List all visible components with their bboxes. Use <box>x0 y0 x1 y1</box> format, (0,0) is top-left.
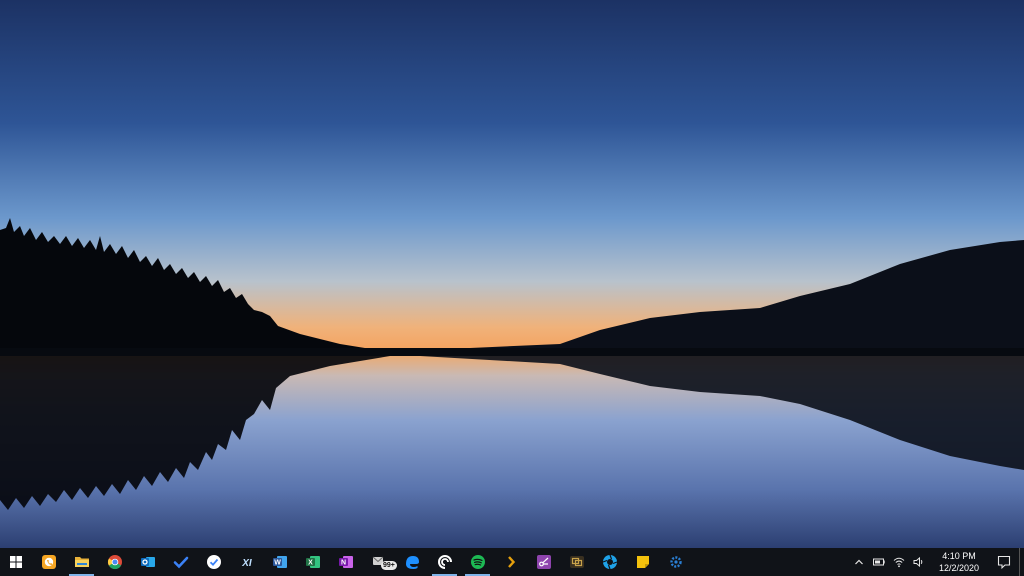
taskbar-app-spotify[interactable] <box>461 548 494 576</box>
snip-icon <box>536 555 551 569</box>
svg-text:XI: XI <box>241 558 252 569</box>
excel-icon: X <box>305 556 320 568</box>
system-tray: 4:10 PM 12/2/2020 <box>849 548 1024 576</box>
edge-icon <box>405 556 419 569</box>
taskbar-app-outlook[interactable] <box>131 548 164 576</box>
svg-text:X: X <box>308 560 313 567</box>
sticky-note-icon <box>636 556 649 568</box>
chevron-up-icon <box>855 559 863 565</box>
taskbar-app-plex[interactable] <box>494 548 527 576</box>
clock-time: 4:10 PM <box>942 551 976 561</box>
folder-icon <box>74 557 89 567</box>
speaker-icon <box>913 556 923 568</box>
start-button[interactable] <box>0 548 32 576</box>
taskbar: XI W X N 99+ 4:10 PM 12/2/2020 <box>0 548 1024 576</box>
taskbar-app-phone[interactable] <box>32 548 65 576</box>
battery-icon <box>873 558 885 566</box>
aperture-icon <box>602 554 617 570</box>
onenote-icon: N <box>338 556 353 568</box>
svg-text:W: W <box>274 560 281 567</box>
notification-icon <box>997 555 1011 569</box>
clock-button[interactable]: 4:10 PM 12/2/2020 <box>929 548 989 576</box>
svg-text:N: N <box>340 560 345 567</box>
volume-button[interactable] <box>909 548 929 576</box>
desktop-wallpaper <box>0 0 1024 548</box>
show-hidden-icons-button[interactable] <box>849 548 869 576</box>
taskbar-app-screenshot[interactable] <box>560 548 593 576</box>
taskbar-app-excel[interactable]: X <box>296 548 329 576</box>
network-button[interactable] <box>889 548 909 576</box>
action-center-button[interactable] <box>989 548 1019 576</box>
checkmark-icon <box>173 556 188 569</box>
chrome-icon <box>107 555 122 570</box>
screenshot-icon <box>569 556 584 568</box>
chevron-right-icon <box>507 556 515 568</box>
taskbar-app-file-explorer[interactable] <box>65 548 98 576</box>
spotify-icon <box>470 555 485 569</box>
taskbar-app-onenote[interactable]: N <box>329 548 362 576</box>
xi-icon: XI <box>241 558 252 569</box>
taskbar-app-chrome[interactable] <box>98 548 131 576</box>
taskbar-app-word[interactable]: W <box>263 548 296 576</box>
taskbar-app-todo[interactable] <box>164 548 197 576</box>
taskbar-app-edge[interactable] <box>395 548 428 576</box>
word-icon: W <box>272 556 287 568</box>
taskbar-app-settings[interactable] <box>659 548 692 576</box>
gear-icon <box>669 556 682 568</box>
podcast-icon <box>437 555 452 569</box>
taskbar-app-pocket-casts[interactable] <box>428 548 461 576</box>
taskbar-app-mail[interactable]: 99+ <box>362 548 397 576</box>
wifi-icon <box>893 557 905 568</box>
show-desktop-button[interactable] <box>1019 548 1024 576</box>
taskbar-app-sticky-notes[interactable] <box>626 548 659 576</box>
taskbar-app-tick[interactable] <box>197 548 230 576</box>
phone-icon <box>41 555 56 569</box>
check-circle-icon <box>206 555 221 569</box>
battery-button[interactable] <box>869 548 889 576</box>
clock-date: 12/2/2020 <box>938 563 980 573</box>
windows-logo-icon <box>10 556 22 568</box>
outlook-icon <box>140 557 155 567</box>
taskbar-app-snip-sketch[interactable] <box>527 548 560 576</box>
taskbar-app-aperture[interactable] <box>593 548 626 576</box>
taskbar-app-xi[interactable]: XI <box>230 548 263 576</box>
